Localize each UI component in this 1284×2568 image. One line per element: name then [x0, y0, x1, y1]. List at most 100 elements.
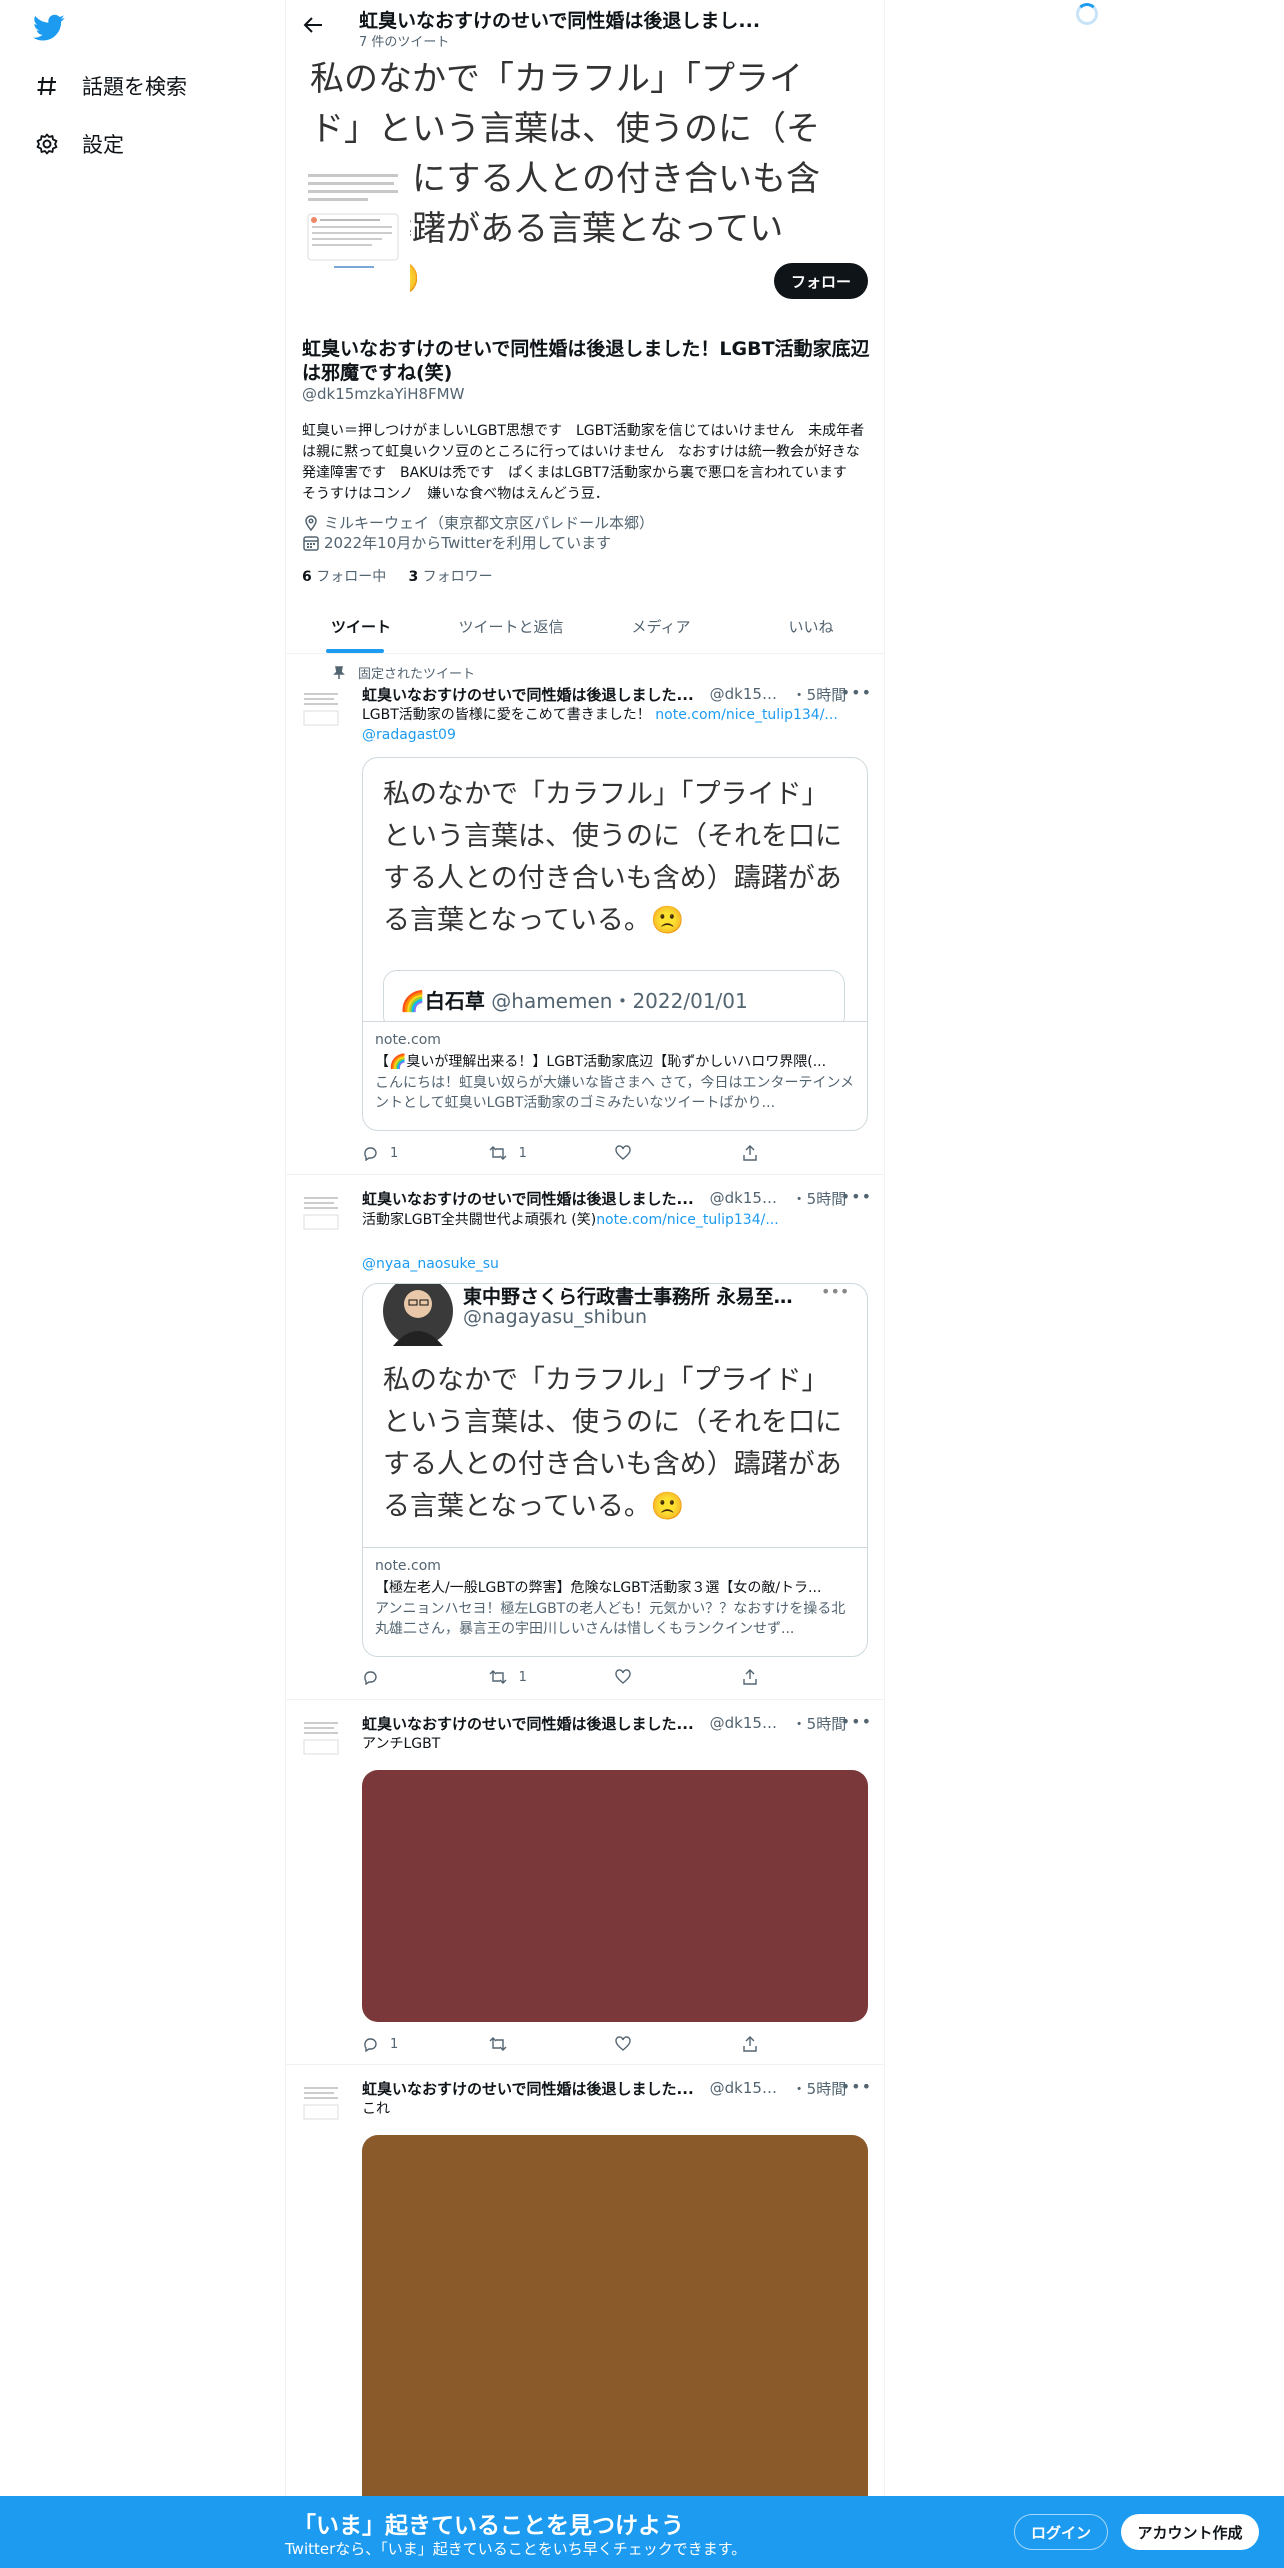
- reply-button[interactable]: [362, 1667, 422, 1687]
- tweet[interactable]: 虹臭いなおすけのせいで同性婚は後退しました... @dk15m... ・5時間 …: [286, 1700, 884, 2065]
- reply-button[interactable]: 1: [362, 2034, 422, 2054]
- tweet-avatar[interactable]: [302, 1712, 342, 1760]
- card-title: 【極左老人/一般LGBTの弊害】危険なLGBT活動家３選【女の敵/トラ...: [375, 1580, 822, 1596]
- profile-location-text: ミルキーウェイ（東京都文京区パレドール本郷）: [324, 514, 655, 532]
- tweet-time[interactable]: ・5時間: [792, 2078, 847, 2099]
- reply-button[interactable]: 1: [362, 1143, 422, 1163]
- tweet-body: 活動家LGBT全共闘世代よ頑張れ (笑): [362, 1212, 597, 1228]
- tweet-time[interactable]: ・5時間: [792, 684, 847, 705]
- profile-bio: 虹臭い＝押しつけがましいLGBT思想です LGBT活動家を信じてはいけません 未…: [302, 423, 865, 502]
- retweet-icon: [489, 1146, 507, 1160]
- tweet-time[interactable]: ・5時間: [792, 1188, 847, 1209]
- more-options-icon[interactable]: •••: [841, 2077, 872, 2096]
- tweet[interactable]: 虹臭いなおすけのせいで同性婚は後退しました... @dk15m... ・5時間 …: [286, 1175, 884, 1700]
- embedded-quote: 🌈白石草 @hamemen・2022/01/01: [383, 970, 845, 1021]
- card-quote-text: 私のなかで「カラフル」「プライド」という言葉は、使うのに（それを口にする人との付…: [383, 779, 842, 936]
- more-options-icon[interactable]: •••: [841, 1712, 872, 1731]
- card-domain: note.com: [375, 1558, 441, 1574]
- pinned-indicator: 固定されたツイート: [332, 663, 475, 682]
- like-button[interactable]: [615, 2034, 675, 2054]
- tweet-avatar[interactable]: [302, 683, 342, 731]
- profile-tabs: ツイート ツイートと返信 メディア いいね: [286, 600, 884, 654]
- embedded-handle: @nagayasu_shibun: [463, 1306, 648, 1328]
- like-button[interactable]: [615, 1667, 675, 1687]
- tweet-mention[interactable]: @radagast09: [362, 727, 456, 743]
- retweet-count: 1: [518, 1145, 527, 1161]
- followers-link[interactable]: 3 フォロワー: [408, 569, 492, 585]
- tweet-time[interactable]: ・5時間: [792, 1713, 847, 1734]
- tab-tweets-and-replies[interactable]: ツイートと返信: [436, 600, 586, 653]
- signup-prompt-title: 「いま」起きていることを見つけよう: [293, 2513, 684, 2539]
- embedded-author: 🌈白石草: [400, 989, 485, 1013]
- link-card-meta: note.com 【🌈臭いが理解出来る！】LGBT活動家底辺【恥ずかしいハロワ界…: [363, 1022, 867, 1119]
- tweet-avatar[interactable]: [302, 2077, 342, 2125]
- tab-tweets[interactable]: ツイート: [286, 600, 436, 653]
- link-card-image: 東中野さくら行政書士事務所 永易至文... @nagayasu_shibun •…: [363, 1284, 867, 1548]
- link-card[interactable]: 東中野さくら行政書士事務所 永易至文... @nagayasu_shibun •…: [362, 1283, 868, 1657]
- profile-name: 虹臭いなおすけのせいで同性婚は後退しました！LGBT活動家底辺は邪魔ですね(笑): [302, 338, 870, 384]
- retweet-button[interactable]: 1: [489, 1667, 549, 1687]
- retweet-icon: [489, 1670, 507, 1684]
- tweet-author-name[interactable]: 虹臭いなおすけのせいで同性婚は後退しました...: [362, 2078, 694, 2099]
- tweet-link[interactable]: note.com/nice_tulip134/...: [655, 707, 838, 723]
- tweet-text: 活動家LGBT全共闘世代よ頑張れ (笑)note.com/nice_tulip1…: [362, 1209, 872, 1275]
- following-link[interactable]: 6 フォロー中: [302, 569, 386, 585]
- tweet[interactable]: 虹臭いなおすけのせいで同性婚は後退しました... @dk15m... ・5時間 …: [286, 2065, 884, 2568]
- twitter-bird-icon[interactable]: [33, 14, 65, 42]
- profile-header-bar: 虹臭いなおすけのせいで同性婚は後退しまし... 7 件のツイート: [286, 0, 884, 50]
- tweet[interactable]: 固定されたツイート 虹臭いなおすけのせいで同性婚は後退しました... @dk15…: [286, 655, 884, 1175]
- link-card[interactable]: 私のなかで「カラフル」「プライド」という言葉は、使うのに（それを口にする人との付…: [362, 757, 868, 1131]
- tweet-text: アンチLGBT: [362, 1736, 441, 1752]
- tweet-author-name[interactable]: 虹臭いなおすけのせいで同性婚は後退しました...: [362, 1713, 694, 1734]
- profile-joined: 2022年10月からTwitterを利用しています: [302, 532, 862, 553]
- signup-button[interactable]: アカウント作成: [1121, 2514, 1259, 2550]
- card-title: 【🌈臭いが理解出来る！】LGBT活動家底辺【恥ずかしいハロワ界隈(...: [375, 1054, 827, 1070]
- tweet-author-handle[interactable]: @dk15m...: [710, 2079, 790, 2097]
- card-description: アンニョンハセヨ！極左LGBTの老人ども！元気かい？？なおすけを操る北丸雄二さん…: [375, 1601, 846, 1637]
- author-photo: [383, 1284, 453, 1346]
- embedded-handle: @hamemen: [491, 989, 613, 1013]
- left-nav: 話題を検索 設定: [0, 0, 285, 2568]
- like-button[interactable]: [615, 1143, 675, 1163]
- profile-avatar[interactable]: [300, 150, 410, 320]
- follow-button[interactable]: フォロー: [774, 263, 868, 299]
- reply-icon: [364, 1671, 377, 1685]
- login-button[interactable]: ログイン: [1014, 2514, 1108, 2550]
- tweet-author-handle[interactable]: @dk15m...: [710, 1714, 790, 1732]
- tweet-author-name[interactable]: 虹臭いなおすけのせいで同性婚は後退しました...: [362, 684, 694, 705]
- main-column: 虹臭いなおすけのせいで同性婚は後退しまし... 7 件のツイート 私のなかで「カ…: [285, 0, 885, 2568]
- tweet-author-handle[interactable]: @dk15m...: [710, 1189, 790, 1207]
- tab-likes[interactable]: いいね: [736, 600, 884, 653]
- retweet-button[interactable]: [489, 2034, 549, 2054]
- tweet-author-handle[interactable]: @dk15m...: [710, 685, 790, 703]
- nav-explore[interactable]: 話題を検索: [34, 64, 187, 108]
- tweet-link[interactable]: note.com/nice_tulip134/...: [596, 1212, 779, 1228]
- more-options-icon[interactable]: •••: [841, 683, 872, 702]
- tweet-mention[interactable]: @nyaa_naosuke_su: [362, 1256, 499, 1272]
- header-tweet-count: 7 件のツイート: [359, 35, 450, 50]
- share-button[interactable]: [742, 2034, 802, 2054]
- retweet-button[interactable]: 1: [489, 1143, 549, 1163]
- signup-prompt-bar: 「いま」起きていることを見つけよう Twitterなら、「いま」起きていることを…: [0, 2496, 1284, 2568]
- tweet-author-name[interactable]: 虹臭いなおすけのせいで同性婚は後退しました...: [362, 1188, 694, 1209]
- back-arrow-icon[interactable]: [302, 14, 324, 36]
- reply-count: 1: [390, 1145, 399, 1161]
- share-button[interactable]: [742, 1143, 802, 1163]
- tab-media[interactable]: メディア: [586, 600, 736, 653]
- tweet-avatar[interactable]: [302, 1187, 342, 1235]
- tweet-actions: 1: [362, 2034, 802, 2054]
- reply-icon: [364, 2038, 377, 2052]
- reply-icon: [364, 1147, 377, 1161]
- profile-handle: @dk15mzkaYiH8FMW: [302, 385, 465, 403]
- more-options-icon[interactable]: •••: [841, 1187, 872, 1206]
- reply-count: 1: [390, 2036, 399, 2052]
- card-domain: note.com: [375, 1032, 441, 1048]
- profile-joined-text: 2022年10月からTwitterを利用しています: [324, 534, 612, 552]
- avatar-thumbnail-image: [304, 154, 404, 314]
- profile-follow-counts: 6 フォロー中 3 フォロワー: [302, 566, 493, 586]
- share-button[interactable]: [742, 1667, 802, 1687]
- tweet-photo[interactable]: [362, 1770, 868, 2022]
- followers-label: フォロワー: [422, 569, 493, 585]
- nav-settings[interactable]: 設定: [34, 122, 124, 166]
- embedded-date: ・2022/01/01: [612, 989, 748, 1013]
